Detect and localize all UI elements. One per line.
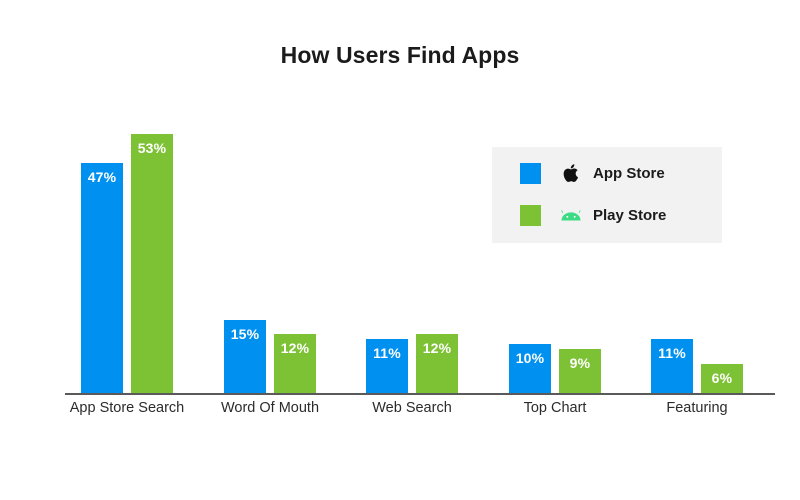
category-label: Featuring	[666, 400, 728, 416]
bar-play-store[interactable]: 12%	[274, 334, 316, 393]
bar-group-word-of-mouth: 15% 12% Word Of Mouth	[199, 100, 341, 416]
bar-value-label: 15%	[230, 325, 260, 342]
bar-value-label: 12%	[280, 340, 310, 357]
bar-value-label: 11%	[658, 345, 686, 362]
bar-app-store[interactable]: 15%	[224, 319, 266, 393]
bar-value-label: 11%	[373, 345, 401, 362]
bar-app-store[interactable]: 11%	[651, 339, 693, 393]
legend-swatch-play-store	[520, 204, 541, 226]
apple-logo-icon	[559, 161, 583, 185]
bars-row: 15% 12%	[199, 100, 341, 393]
bar-group-top-chart: 10% 9% Top Chart	[484, 100, 626, 416]
bars-row: 11% 6%	[626, 100, 768, 393]
bar-app-store[interactable]: 10%	[509, 344, 551, 393]
bar-play-store[interactable]: 53%	[131, 134, 173, 393]
bars-row: 47% 53%	[56, 100, 198, 393]
bar-value-label: 47%	[87, 169, 117, 186]
legend-label-play-store: Play Store	[593, 206, 667, 224]
legend-item-app-store[interactable]: App Store	[520, 161, 665, 185]
bar-value-label: 10%	[515, 350, 545, 367]
plot-area: 47% 53% App Store Search 15% 12% Word Of…	[0, 0, 800, 500]
bar-app-store[interactable]: 11%	[366, 339, 408, 393]
bar-app-store[interactable]: 47%	[81, 163, 123, 393]
bar-value-label: 6%	[711, 369, 733, 386]
legend-label-app-store: App Store	[593, 164, 665, 182]
android-robot-icon	[559, 203, 583, 227]
bar-chart: How Users Find Apps 47% 53% App Store Se…	[0, 0, 800, 500]
bars-row: 10% 9%	[484, 100, 626, 393]
bar-value-label: 12%	[422, 340, 452, 357]
bars-row: 11% 12%	[341, 100, 483, 393]
x-axis-line	[65, 393, 775, 395]
bar-value-label: 9%	[569, 355, 591, 372]
bar-play-store[interactable]: 12%	[416, 334, 458, 393]
legend-swatch-app-store	[520, 162, 541, 184]
bar-play-store[interactable]: 9%	[559, 349, 601, 393]
bar-group-featuring: 11% 6% Featuring	[626, 100, 768, 416]
chart-legend: App Store Play Store	[492, 147, 722, 243]
bar-group-app-store-search: 47% 53% App Store Search	[56, 100, 198, 416]
bar-play-store[interactable]: 6%	[701, 363, 743, 393]
bar-value-label: 53%	[137, 140, 167, 157]
legend-item-play-store[interactable]: Play Store	[520, 203, 666, 227]
bar-group-web-search: 11% 12% Web Search	[341, 100, 483, 416]
